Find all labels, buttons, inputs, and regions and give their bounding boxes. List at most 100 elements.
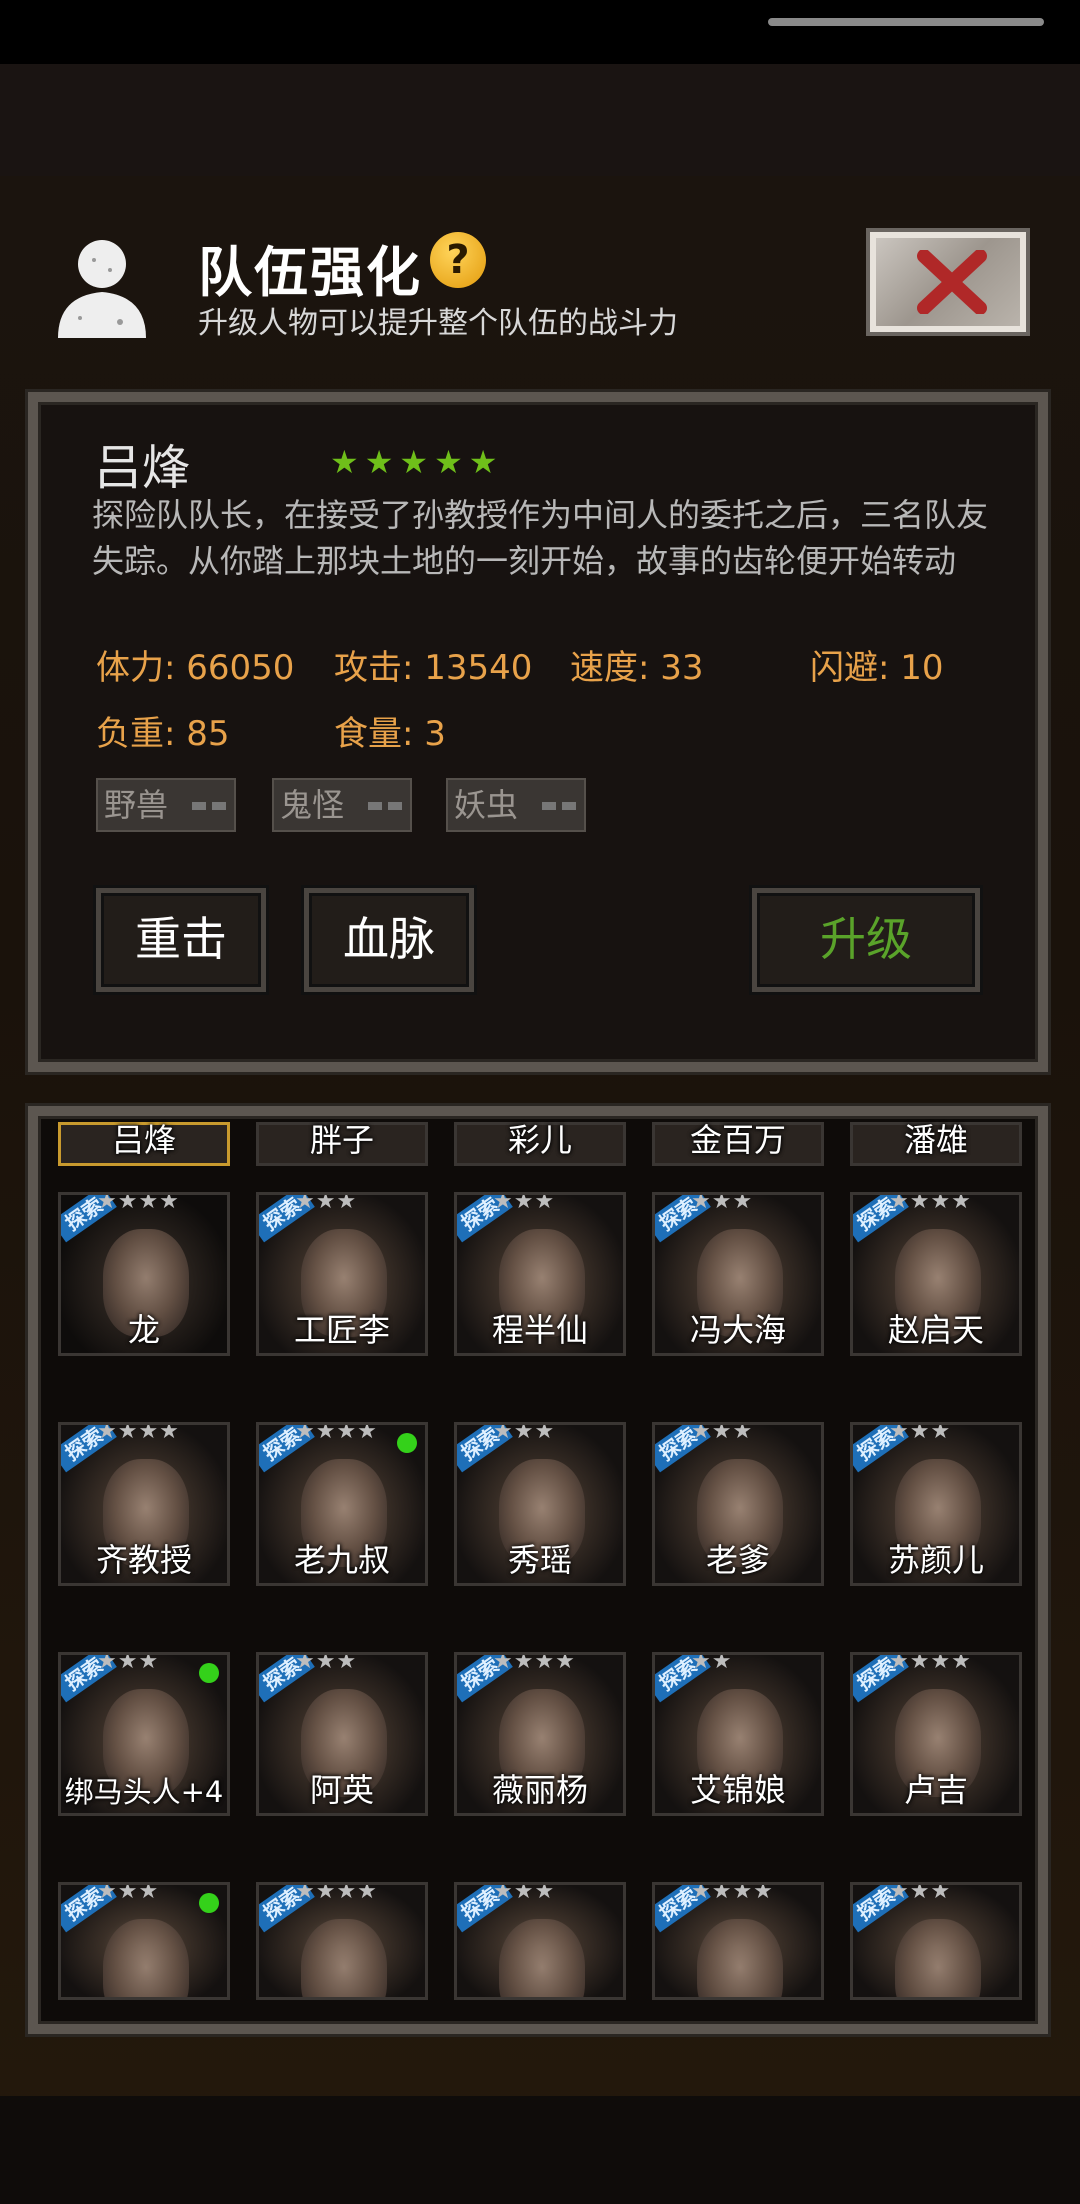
home-indicator	[768, 18, 1044, 26]
character-description: 探险队队长，在接受了孙教授作为中间人的委托之后，三名队友失踪。从你踏上那块土地的…	[92, 496, 989, 580]
stat-appetite: 食量: 3	[334, 714, 446, 754]
close-icon	[917, 250, 987, 314]
rarity-stars: ★★★	[295, 1192, 358, 1214]
roster-card[interactable]: 彩儿	[454, 1121, 626, 1166]
skill-bloodline-button[interactable]: 血脉	[304, 888, 474, 992]
stat-speed: 速度: 33	[570, 648, 704, 688]
roster-card-name: 苏颜儿	[887, 1541, 984, 1579]
tag-dots	[542, 802, 576, 810]
top-band	[0, 64, 1080, 176]
portrait	[499, 1919, 585, 1997]
star-icon: ★	[399, 443, 429, 481]
roster-card[interactable]: 探索 ★★★★ 齐教授	[58, 1422, 230, 1586]
rarity-stars: ★★★★	[889, 1192, 972, 1214]
roster-card[interactable]: 探索 ★★★★ 老九叔	[256, 1422, 428, 1586]
page-subtitle: 升级人物可以提升整个队伍的战斗力	[198, 306, 678, 341]
roster-card[interactable]: 探索 ★★★★ 卢吉	[850, 1652, 1022, 1816]
stat-attack: 攻击: 13540	[334, 648, 533, 688]
portrait	[895, 1919, 981, 1997]
roster-card-name: 彩儿	[507, 1121, 572, 1159]
star-icon: ★	[434, 443, 463, 481]
rarity-stars: ★★★	[691, 1422, 754, 1444]
tag-label: 鬼怪	[280, 786, 345, 824]
portrait	[103, 1919, 189, 1997]
tag-dots	[192, 802, 226, 810]
roster-card[interactable]: 金百万	[652, 1121, 824, 1166]
rarity-stars: ★★★	[493, 1422, 556, 1444]
rarity-stars: ★★★★	[97, 1422, 180, 1444]
roster-card[interactable]: 探索 ★★★ 工匠李	[256, 1192, 428, 1356]
roster-card-name: 卢吉	[903, 1771, 968, 1809]
character-star-rating: ★ ★ ★ ★ ★	[330, 446, 497, 478]
rarity-stars: ★★★★	[691, 1882, 774, 1904]
rarity-stars: ★★	[691, 1652, 733, 1674]
roster-card[interactable]: 探索 ★★ 艾锦娘	[652, 1652, 824, 1816]
roster-card-name: 龙	[127, 1311, 160, 1349]
portrait	[697, 1919, 783, 1997]
roster-card[interactable]: 探索 ★★★★	[652, 1882, 824, 2000]
help-icon[interactable]: ?	[430, 232, 486, 288]
close-button[interactable]	[866, 228, 1030, 336]
rarity-stars: ★★★	[691, 1192, 754, 1214]
roster-card[interactable]: 探索 ★★★ 老爹	[652, 1422, 824, 1586]
character-name: 吕烽	[94, 440, 191, 496]
roster-card-name: 薇丽杨	[491, 1771, 588, 1809]
rarity-stars: ★★★	[493, 1192, 556, 1214]
tag-insect: 妖虫	[446, 778, 586, 832]
roster-card-name: 艾锦娘	[689, 1771, 786, 1809]
roster-card-name: 秀瑶	[507, 1541, 572, 1579]
rarity-stars: ★★★	[97, 1882, 160, 1904]
tag-ghost: 鬼怪	[272, 778, 412, 832]
star-icon: ★	[364, 443, 394, 481]
new-indicator-dot	[199, 1663, 219, 1683]
rarity-stars: ★★★	[889, 1422, 952, 1444]
roster-card-name: 胖子	[309, 1121, 374, 1159]
roster-card[interactable]: 潘雄	[850, 1121, 1022, 1166]
roster-card-name: 潘雄	[903, 1121, 968, 1159]
skill-heavy-strike-button[interactable]: 重击	[96, 888, 266, 992]
roster-card-name: 程半仙	[491, 1311, 588, 1349]
bottom-band	[0, 2096, 1080, 2204]
roster-card[interactable]: 探索 ★★★★ 薇丽杨	[454, 1652, 626, 1816]
roster-card-selected[interactable]: 吕烽	[58, 1121, 230, 1166]
stat-load: 负重: 85	[96, 714, 230, 754]
rarity-stars: ★★★	[889, 1882, 952, 1904]
stat-stamina: 体力: 66050	[96, 648, 295, 688]
roster-card[interactable]: 探索 ★★★★ 龙	[58, 1192, 230, 1356]
stat-dodge: 闪避: 10	[810, 648, 944, 688]
rarity-stars: ★★★★	[295, 1882, 378, 1904]
roster-card[interactable]: 探索 ★★★ 绑马头人+4	[58, 1652, 230, 1816]
roster-card[interactable]: 探索 ★★★ 阿英	[256, 1652, 428, 1816]
roster-card[interactable]: 探索 ★★★ 冯大海	[652, 1192, 824, 1356]
tag-label: 野兽	[104, 786, 169, 824]
roster-card-name: 老爹	[705, 1541, 770, 1579]
upgrade-button[interactable]: 升级	[752, 888, 980, 992]
rarity-stars: ★★★★	[493, 1652, 576, 1674]
roster-card[interactable]: 探索 ★★★ 苏颜儿	[850, 1422, 1022, 1586]
roster-card-name: 吕烽	[111, 1121, 176, 1159]
roster-card[interactable]: 探索 ★★★★	[256, 1882, 428, 2000]
rarity-stars: ★★★	[493, 1882, 556, 1904]
roster-card-name: 老九叔	[293, 1541, 390, 1579]
roster-card[interactable]: 胖子	[256, 1121, 428, 1166]
roster-card[interactable]: 探索 ★★★	[850, 1882, 1022, 2000]
page-title: 队伍强化	[198, 241, 422, 304]
roster-card-name: 齐教授	[95, 1541, 192, 1579]
star-icon: ★	[468, 443, 498, 481]
tag-label: 妖虫	[454, 786, 519, 824]
roster-card[interactable]: 探索 ★★★	[58, 1882, 230, 2000]
roster-card-name: 冯大海	[689, 1311, 786, 1349]
tag-dots	[368, 802, 402, 810]
roster-card-name: 工匠李	[293, 1311, 390, 1349]
roster-card[interactable]: 探索 ★★★★ 赵启天	[850, 1192, 1022, 1356]
rarity-stars: ★★★★	[97, 1192, 180, 1214]
roster-card[interactable]: 探索 ★★★ 程半仙	[454, 1192, 626, 1356]
rarity-stars: ★★★	[97, 1652, 160, 1674]
new-indicator-dot	[199, 1893, 219, 1913]
rarity-stars: ★★★★	[889, 1652, 972, 1674]
roster-card[interactable]: 探索 ★★★	[454, 1882, 626, 2000]
roster-card-name: 绑马头人+4	[64, 1775, 224, 1809]
star-icon: ★	[330, 443, 359, 481]
roster-card[interactable]: 探索 ★★★ 秀瑶	[454, 1422, 626, 1586]
roster-card-name: 赵启天	[887, 1311, 984, 1349]
